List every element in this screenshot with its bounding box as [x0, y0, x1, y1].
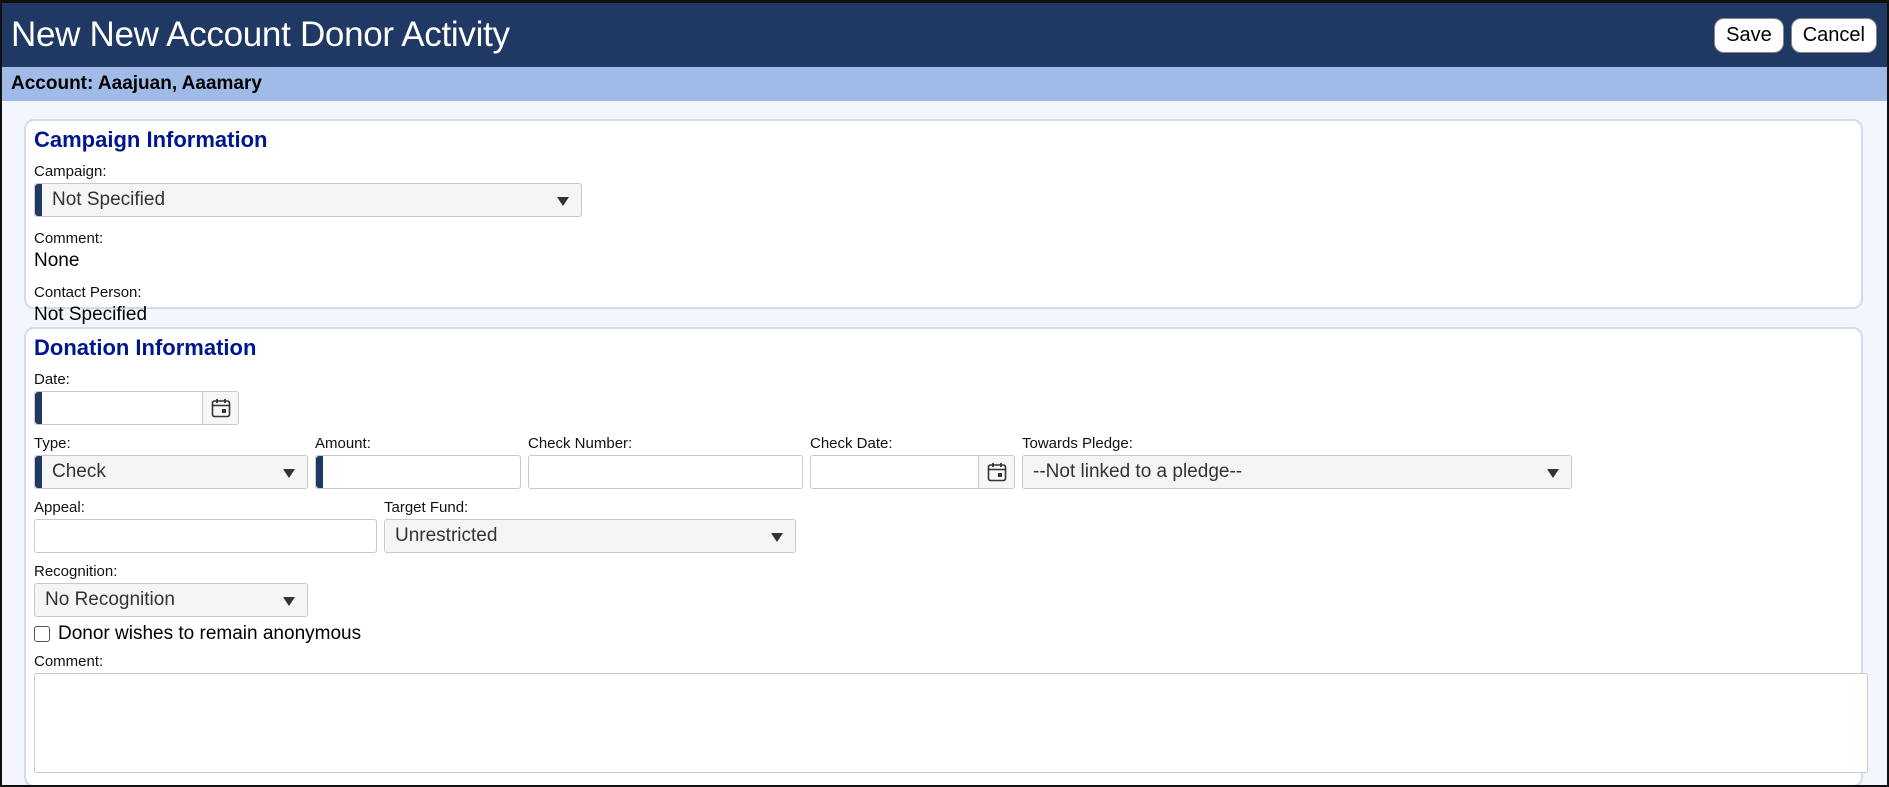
anonymous-checkbox[interactable] [34, 626, 50, 642]
anonymous-checkbox-row[interactable]: Donor wishes to remain anonymous [34, 623, 1854, 645]
recognition-select[interactable]: No Recognition [34, 583, 308, 617]
towards-pledge-value: --Not linked to a pledge-- [1033, 461, 1243, 482]
check-date-input[interactable] [810, 455, 979, 489]
check-date-calendar-button[interactable] [979, 455, 1015, 489]
target-fund-select[interactable]: Unrestricted [384, 519, 796, 553]
appeal-input[interactable] [34, 519, 377, 553]
app-window: New New Account Donor Activity Save Canc… [0, 0, 1889, 787]
amount-label: Amount: [315, 435, 371, 452]
account-bar: Account: Aaajuan, Aaamary [2, 67, 1887, 101]
account-name: Account: Aaajuan, Aaamary [11, 73, 262, 94]
donation-row-2: Appeal: Target Fund: Unrestricted [34, 499, 1854, 563]
required-marker [35, 184, 42, 216]
donation-section-title: Donation Information [34, 335, 257, 360]
campaign-section-title: Campaign Information [34, 127, 268, 152]
donation-row-1: Type: Check Amount: Check Number: Check … [34, 435, 1854, 499]
recognition-value: No Recognition [45, 589, 175, 610]
required-marker [35, 456, 42, 488]
contact-person-label: Contact Person: [34, 284, 142, 301]
comment-value: None [34, 250, 80, 271]
required-marker [35, 392, 42, 424]
campaign-panel: Campaign Information Campaign: Not Speci… [24, 119, 1863, 325]
donation-comment-label: Comment: [34, 653, 104, 670]
form-content: Campaign Information Campaign: Not Speci… [2, 101, 1887, 785]
chevron-down-icon [771, 533, 783, 542]
type-label: Type: [34, 435, 71, 452]
contact-person-value: Not Specified [34, 304, 148, 325]
calendar-icon [987, 463, 1006, 482]
campaign-label: Campaign: [34, 163, 107, 180]
type-select-value: Check [52, 461, 106, 482]
appeal-label: Appeal: [34, 499, 85, 516]
date-calendar-button[interactable] [203, 391, 239, 425]
chevron-down-icon [283, 469, 295, 478]
required-marker [316, 456, 323, 488]
chevron-down-icon [557, 197, 569, 206]
calendar-icon [211, 399, 230, 418]
title-bar: New New Account Donor Activity Save Canc… [2, 3, 1887, 67]
check-date-label: Check Date: [810, 435, 893, 452]
chevron-down-icon [283, 597, 295, 606]
check-number-label: Check Number: [528, 435, 633, 452]
header-actions: Save Cancel [1714, 17, 1877, 53]
donation-panel: Donation Information Date: Type: Check A… [24, 327, 1868, 785]
check-number-input[interactable] [528, 455, 803, 489]
date-input[interactable] [34, 391, 203, 425]
campaign-select[interactable]: Not Specified [34, 183, 582, 217]
save-button[interactable]: Save [1714, 17, 1784, 53]
target-fund-value: Unrestricted [395, 525, 498, 546]
page-title: New New Account Donor Activity [11, 15, 510, 54]
donation-comment-textarea[interactable] [34, 673, 1868, 773]
target-fund-label: Target Fund: [384, 499, 469, 516]
recognition-label: Recognition: [34, 563, 118, 580]
cancel-button[interactable]: Cancel [1790, 17, 1877, 53]
date-label: Date: [34, 371, 70, 388]
towards-pledge-select[interactable]: --Not linked to a pledge-- [1022, 455, 1572, 489]
type-select[interactable]: Check [34, 455, 308, 489]
campaign-select-value: Not Specified [52, 189, 166, 210]
date-field: Date: [34, 371, 1847, 425]
chevron-down-icon [1547, 469, 1559, 478]
amount-input[interactable] [315, 455, 521, 489]
recognition-field: Recognition: No Recognition [34, 563, 1847, 617]
towards-pledge-label: Towards Pledge: [1022, 435, 1133, 452]
anonymous-checkbox-label: Donor wishes to remain anonymous [58, 623, 362, 644]
comment-label: Comment: [34, 230, 104, 247]
